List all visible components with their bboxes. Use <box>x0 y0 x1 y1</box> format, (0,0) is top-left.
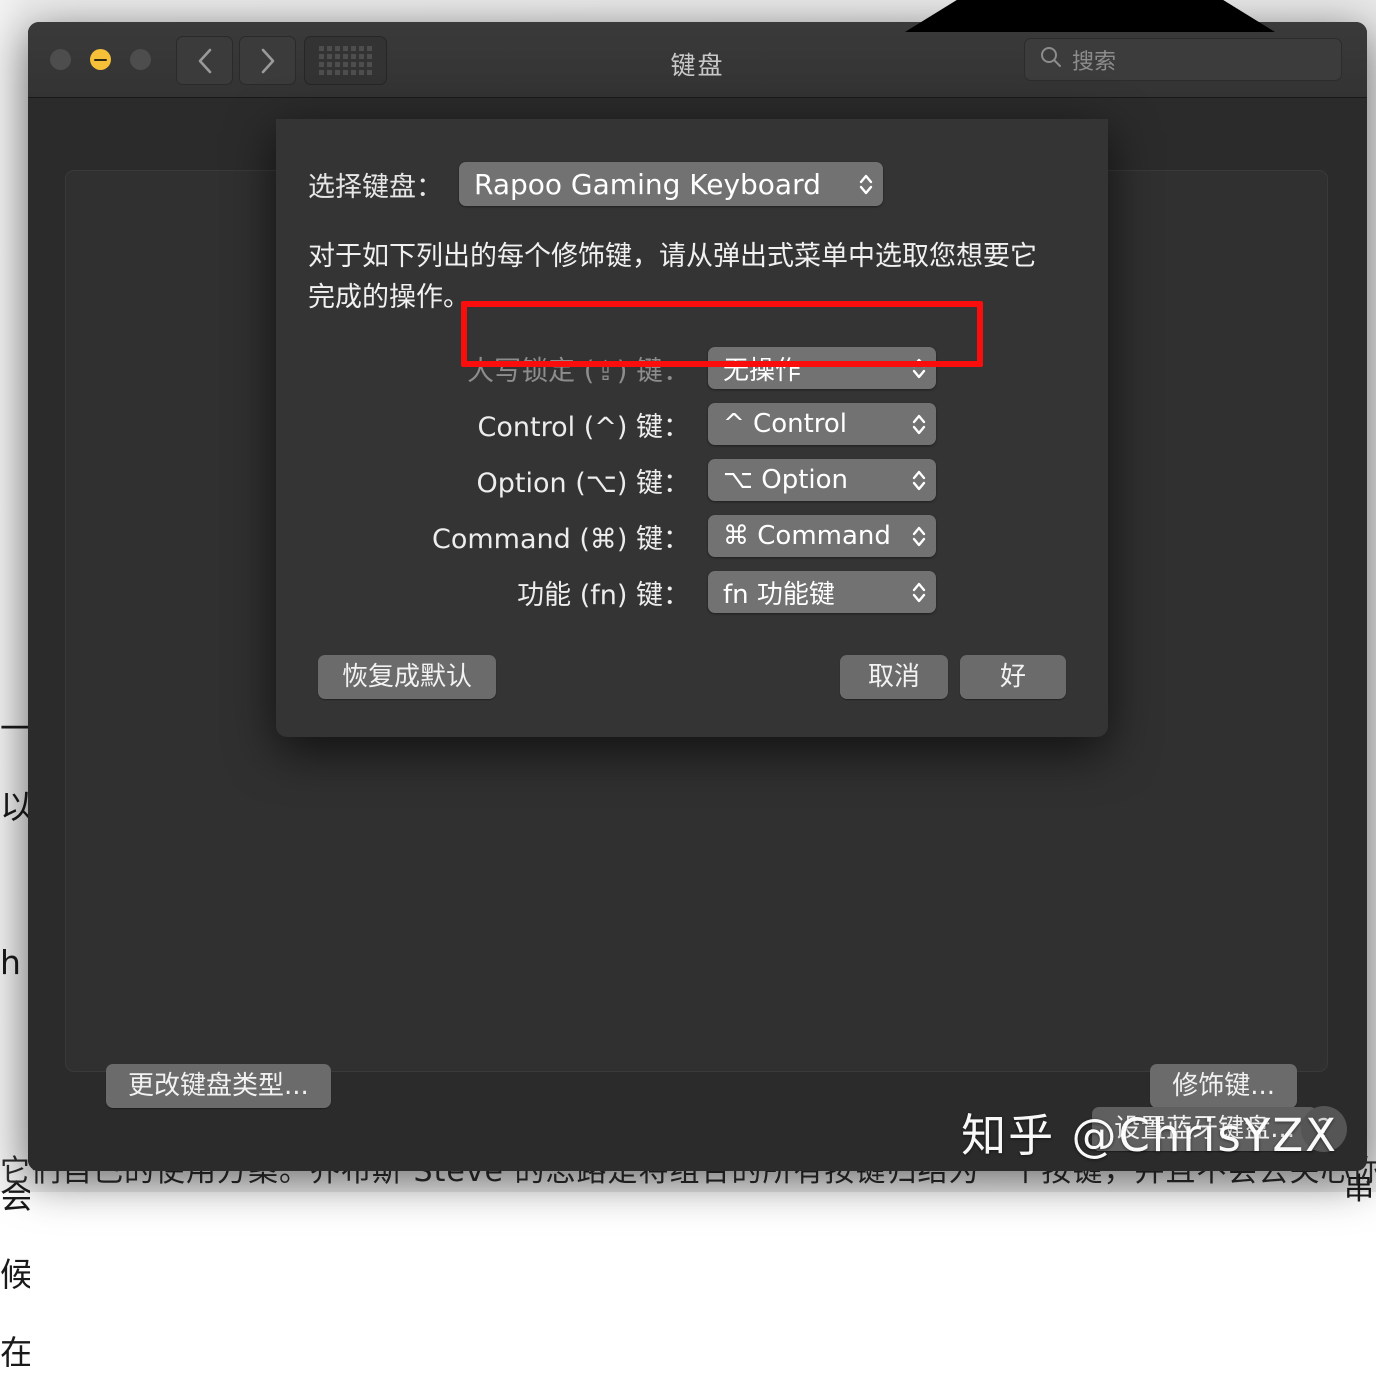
chevron-updown-icon <box>902 577 936 607</box>
modifier-rows-list: 大写锁定 (⇪) 键： 无操作 Control (^) 键： ^ Control <box>276 340 1108 620</box>
chevron-updown-icon <box>849 169 883 199</box>
window-body: 更改键盘类型... 修饰键... 设置蓝牙键盘... ? 选择键盘： Rapoo… <box>28 98 1367 1171</box>
option-select[interactable]: ⌥ Option <box>708 459 936 501</box>
control-value: ^ Control <box>723 409 848 439</box>
chevron-updown-icon <box>902 521 936 551</box>
keyboard-select[interactable]: Rapoo Gaming Keyboard <box>459 162 883 206</box>
option-value: ⌥ Option <box>723 465 848 495</box>
ok-button[interactable]: 好 <box>959 655 1066 699</box>
search-field[interactable]: 搜索 <box>1024 38 1342 81</box>
option-label: Option (⌥) 键： <box>476 467 690 499</box>
keyboard-preferences-window: 键盘 搜索 更改键盘类型... 修饰键... 设置蓝牙键盘... ? 选择键盘：… <box>28 22 1367 1171</box>
background-text-left: 一 以 h 会 候 在 <box>0 709 30 1372</box>
control-select[interactable]: ^ Control <box>708 403 936 445</box>
caps-lock-label: 大写锁定 (⇪) 键： <box>467 355 690 387</box>
modifier-keys-sheet: 选择键盘： Rapoo Gaming Keyboard 对于如下列出的每个修饰键… <box>276 119 1108 737</box>
select-keyboard-row: 选择键盘： Rapoo Gaming Keyboard <box>276 162 1108 206</box>
chevron-updown-icon <box>902 353 936 383</box>
control-label: Control (^) 键： <box>477 411 690 443</box>
watermark: 知乎 @ChrisYZX <box>961 1109 1338 1162</box>
modifier-row-control: Control (^) 键： ^ Control <box>308 396 1108 452</box>
change-keyboard-type-button[interactable]: 更改键盘类型... <box>106 1064 331 1108</box>
cancel-button[interactable]: 取消 <box>839 655 948 699</box>
chevron-updown-icon <box>902 409 936 439</box>
caps-lock-select[interactable]: 无操作 <box>708 347 936 389</box>
function-select[interactable]: fn 功能键 <box>708 571 936 613</box>
screen-notch-artifact <box>905 0 1275 32</box>
modifier-row-function: 功能 (fn) 键： fn 功能键 <box>308 564 1108 620</box>
modifier-row-command: Command (⌘) 键： ⌘ Command <box>308 508 1108 564</box>
chevron-updown-icon <box>902 465 936 495</box>
command-select[interactable]: ⌘ Command <box>708 515 936 557</box>
restore-defaults-button[interactable]: 恢复成默认 <box>318 655 497 699</box>
function-label: 功能 (fn) 键： <box>517 579 690 611</box>
command-value: ⌘ Command <box>723 521 891 551</box>
modifier-row-option: Option (⌥) 键： ⌥ Option <box>308 452 1108 508</box>
select-keyboard-label: 选择键盘： <box>308 171 443 203</box>
function-value: fn 功能键 <box>723 579 835 610</box>
command-label: Command (⌘) 键： <box>431 523 690 555</box>
modifier-row-caps-lock: 大写锁定 (⇪) 键： 无操作 <box>308 340 1108 396</box>
sheet-footer: 恢复成默认 取消 好 <box>276 655 1108 699</box>
keyboard-select-value: Rapoo Gaming Keyboard <box>474 167 821 201</box>
sheet-description: 对于如下列出的每个修饰键，请从弹出式菜单中选取您想要它完成的操作。 <box>308 241 1037 313</box>
search-icon <box>1039 45 1063 74</box>
window-titlebar: 键盘 搜索 <box>28 22 1367 98</box>
caps-lock-value: 无操作 <box>723 355 802 386</box>
search-placeholder: 搜索 <box>1072 49 1117 75</box>
